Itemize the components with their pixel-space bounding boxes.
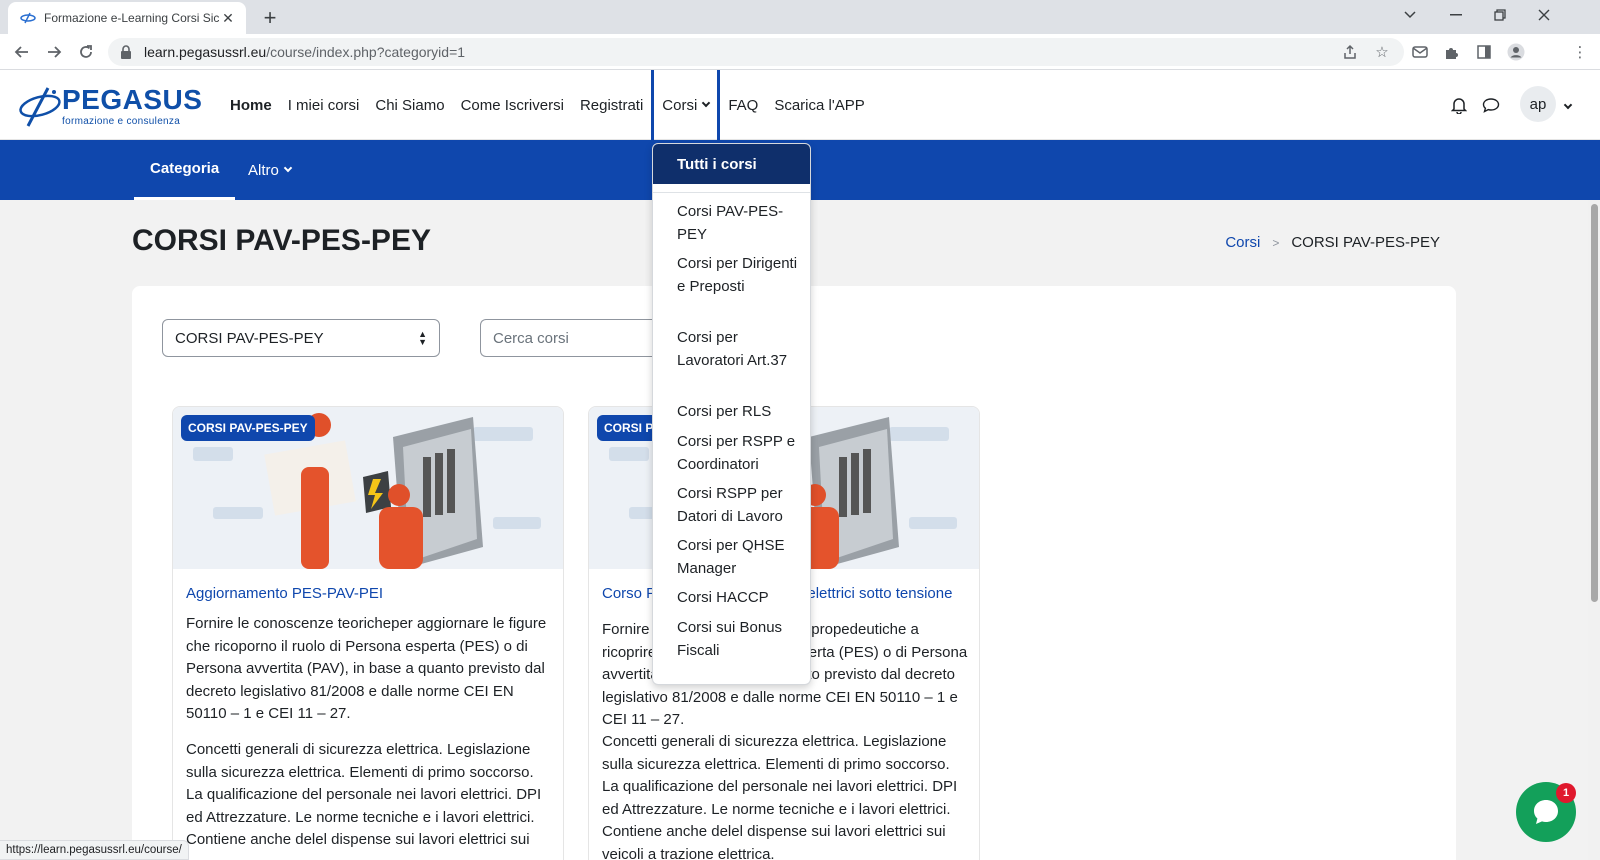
dropdown-item[interactable]: Corsi per QHSE Manager: [677, 535, 805, 580]
dropdown-item[interactable]: Corsi RSPP per Datori di Lavoro: [677, 483, 805, 528]
nav-my-courses[interactable]: I miei corsi: [280, 70, 368, 140]
category-select-value: CORSI PAV-PES-PEY: [175, 329, 324, 347]
chevron-down-icon: [283, 163, 293, 173]
course-title-link[interactable]: Aggiornamento PES-PAV-PEI: [186, 583, 552, 605]
nav-chi-siamo[interactable]: Chi Siamo: [367, 70, 452, 140]
url-path: /course/index.php?categoryid=1: [266, 44, 466, 60]
tab-altro[interactable]: Altro: [232, 140, 307, 200]
browser-tab[interactable]: Formazione e-Learning Corsi Sicu ✕: [8, 2, 246, 34]
dropdown-divider: [653, 192, 810, 193]
restore-icon[interactable]: [1480, 0, 1520, 30]
dropdown-item[interactable]: Corsi HACCP: [677, 587, 805, 610]
category-select[interactable]: CORSI PAV-PES-PEY ▲ ▼: [162, 319, 440, 357]
browser-menu-icon[interactable]: ⋮: [1566, 38, 1594, 66]
nav-scarica-app[interactable]: Scarica l'APP: [766, 70, 872, 140]
chat-bubble-icon: [1534, 800, 1558, 824]
minimize-icon[interactable]: [1436, 0, 1476, 30]
tab-categoria[interactable]: Categoria: [134, 140, 236, 200]
dropdown-item[interactable]: Corsi PAV-PES-PEY: [677, 201, 805, 246]
tab-altro-label: Altro: [248, 161, 279, 179]
profile-icon[interactable]: [1502, 38, 1530, 66]
nav-faq[interactable]: FAQ: [720, 70, 766, 140]
user-avatar[interactable]: ap: [1520, 86, 1556, 122]
course-summary-continued: Concetti generali di sicurezza elettrica…: [602, 733, 958, 860]
dropdown-item[interactable]: Corsi per Lavoratori Art.37: [677, 327, 805, 372]
link-status-bar: https://learn.pegasussrl.eu/course/: [0, 840, 189, 860]
share-icon[interactable]: [1336, 38, 1364, 66]
forward-icon[interactable]: [40, 38, 68, 66]
browser-toolbar: learn.pegasussrl.eu/course/index.php?cat…: [0, 34, 1600, 70]
logo-mark-icon: [19, 87, 61, 127]
lock-icon: [120, 45, 134, 59]
category-badge: CORSI PAV-PES-PEY: [181, 415, 315, 441]
breadcrumb-separator-icon: >: [1272, 235, 1280, 250]
nav-come-iscriversi[interactable]: Come Iscriversi: [453, 70, 572, 140]
tab-close-icon[interactable]: ✕: [220, 10, 236, 26]
site-favicon-icon: [20, 10, 36, 26]
notifications-bell-icon[interactable]: [1446, 92, 1472, 118]
logo-tagline: formazione e consulenza: [62, 116, 181, 127]
course-summary: Fornire le conoscenze teoricheper aggior…: [186, 615, 547, 722]
messages-icon[interactable]: [1478, 92, 1504, 118]
nav-corsi-dropdown[interactable]: Corsi: [651, 70, 721, 140]
pegasus-logo[interactable]: PEGASUS formazione e consulenza: [18, 82, 202, 128]
url-host: learn.pegasussrl.eu: [144, 44, 267, 60]
site-header: PEGASUS formazione e consulenza Home I m…: [0, 70, 1600, 140]
breadcrumb-current: CORSI PAV-PES-PEY: [1291, 234, 1440, 251]
primary-nav: Home I miei corsi Chi Siamo Come Iscrive…: [222, 70, 873, 140]
course-summary-continued: Concetti generali di sicurezza elettrica…: [186, 741, 542, 848]
browser-tabstrip: Formazione e-Learning Corsi Sicu ✕ +: [0, 0, 1600, 34]
address-bar[interactable]: learn.pegasussrl.eu/course/index.php?cat…: [108, 38, 1404, 66]
mail-extension-icon[interactable]: [1406, 38, 1434, 66]
breadcrumb: Corsi > CORSI PAV-PES-PEY: [1225, 234, 1440, 251]
chevron-down-icon: [702, 98, 711, 108]
dropdown-item-tutti-i-corsi[interactable]: Tutti i corsi: [653, 144, 810, 184]
close-window-icon[interactable]: [1524, 0, 1564, 30]
breadcrumb-link-corsi[interactable]: Corsi: [1225, 234, 1260, 251]
dropdown-item[interactable]: Corsi per Dirigenti e Preposti: [677, 253, 805, 298]
bookmark-star-icon[interactable]: ☆: [1368, 38, 1396, 66]
side-panel-icon[interactable]: [1470, 38, 1498, 66]
extensions-puzzle-icon[interactable]: [1438, 38, 1466, 66]
logo-text: PEGASUS: [62, 84, 203, 115]
dropdown-item[interactable]: Corsi sui Bonus Fiscali: [677, 617, 805, 662]
new-tab-icon[interactable]: +: [258, 5, 282, 30]
tab-title: Formazione e-Learning Corsi Sicu: [44, 11, 220, 25]
tab-search-icon[interactable]: [1390, 0, 1430, 30]
nav-registrati[interactable]: Registrati: [572, 70, 651, 140]
dropdown-item[interactable]: Corsi per RLS: [677, 401, 805, 424]
dropdown-item[interactable]: Corsi per RSPP e Coordinatori: [677, 431, 805, 476]
corsi-dropdown-menu: Tutti i corsi Corsi PAV-PES-PEY Corsi pe…: [652, 143, 811, 685]
search-courses-input[interactable]: Cerca corsi: [480, 319, 680, 357]
scrollbar-thumb[interactable]: [1591, 204, 1598, 602]
nav-corsi-label: Corsi: [662, 96, 698, 114]
user-menu-chevron-icon[interactable]: [1560, 92, 1576, 118]
course-card[interactable]: CORSI PAV-PES-PEY Aggiornamento PES-PAV-…: [172, 406, 564, 860]
nav-home[interactable]: Home: [222, 70, 280, 140]
reload-icon[interactable]: [72, 38, 100, 66]
back-icon[interactable]: [8, 38, 36, 66]
page-title: CORSI PAV-PES-PEY: [132, 224, 431, 257]
select-arrows-icon: ▲ ▼: [418, 329, 427, 347]
chat-unread-badge: 1: [1556, 783, 1576, 803]
